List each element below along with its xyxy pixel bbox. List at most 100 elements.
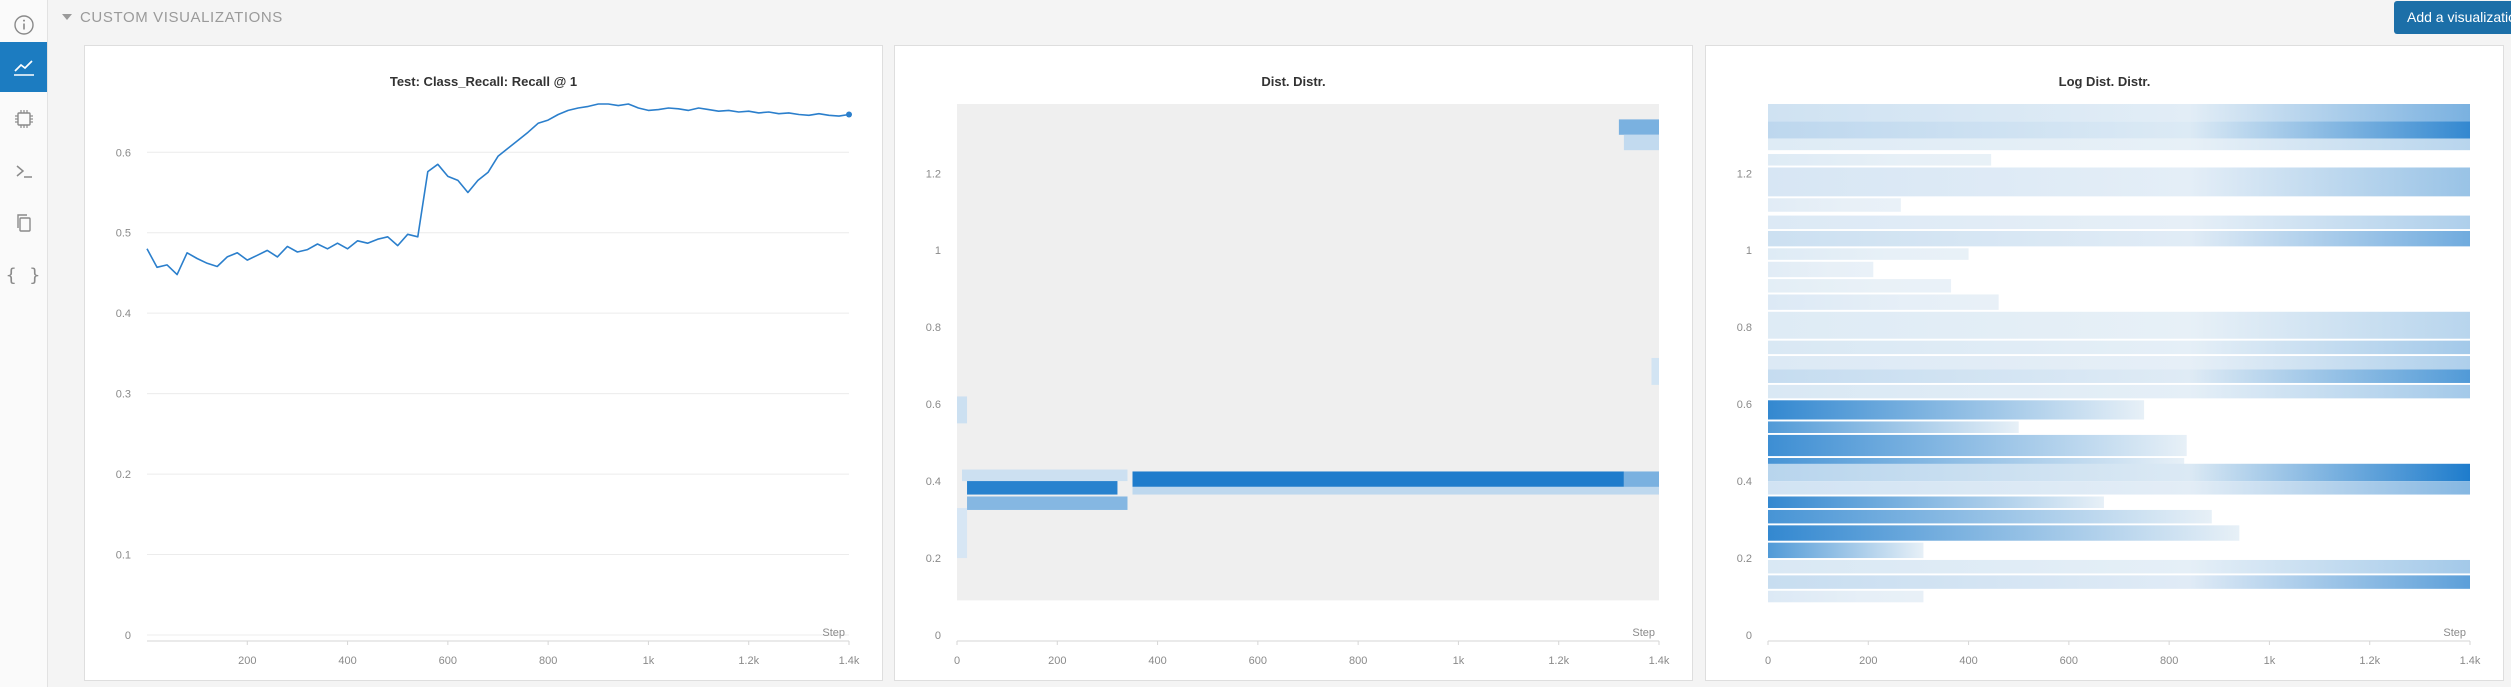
heatmap-band [1623,134,1659,151]
y-tick-label: 0.4 [1737,476,1752,488]
heatmap-band [1768,575,2470,589]
heatmap-band [1768,248,1969,260]
x-tick-label: 1.2k [1548,655,1569,667]
y-tick-label: 0.2 [1737,553,1752,565]
recall-line [146,103,850,276]
heatmap-band [1768,559,2470,574]
caret-down-icon [62,14,72,20]
heatmap-band [1768,509,2212,524]
x-axis-label: Step [1632,627,1655,639]
x-tick-label: 600 [439,655,457,667]
heatmap-band [1132,486,1659,495]
heatmap-band [1623,471,1659,487]
y-tick-label: 0 [125,630,131,642]
y-tick-label: 0 [1746,630,1752,642]
x-tick-label: 600 [2060,655,2078,667]
braces-glyph: { } [5,264,42,286]
x-tick-label: 400 [1959,655,1977,667]
log-heatmap-plot[interactable]: 0 0.2 0.4 0.6 0.8 1 1.2 0 200 400 600 800 1k 1.2k 1.4k… [1706,46,2503,680]
heatmap-band [1768,542,1924,559]
y-tick-label: 1.2 [1737,168,1752,180]
y-tick-label: 0.2 [116,469,131,481]
heatmap-band [1768,311,2470,339]
x-axis-label: Step [2443,627,2466,639]
x-tick-label: 400 [1148,655,1166,667]
x-tick-label: 800 [539,655,557,667]
x-tick-label: 200 [1048,655,1066,667]
y-tick-label: 1 [1746,245,1752,257]
heatmap-band [1768,463,2470,482]
y-tick-label: 0.5 [116,228,131,240]
chip-icon[interactable] [0,94,47,144]
heatmap-band [1768,340,2470,355]
heatmap-band [1768,167,2470,197]
heatmap-band [1768,369,2470,383]
heatmap-band [1618,119,1659,135]
y-tick-label: 0.6 [1737,399,1752,411]
y-tick-label: 0 [935,630,941,642]
x-tick-label: 1.4k [839,655,860,667]
heatmap-plot[interactable]: 0 0.2 0.4 0.6 0.8 1 1.2 0 200 400 600 800 1k 1.2k 1.4k… [895,46,1692,680]
x-tick-label: 1k [643,655,655,667]
section-title: CUSTOM VISUALIZATIONS [80,8,283,26]
add-visualization-button[interactable]: Add a visualization [2394,1,2511,34]
heatmap-background [957,104,1659,601]
y-tick-label: 0.6 [926,399,941,411]
heatmap-band [962,469,1128,482]
heatmap-band [1768,421,2019,433]
braces-icon[interactable]: { } [0,250,47,300]
y-tick-label: 0.6 [116,147,131,159]
y-tick-label: 0.2 [926,553,941,565]
heatmap-band [1132,471,1624,487]
files-icon[interactable] [0,198,47,248]
y-tick-label: 0.3 [116,389,131,401]
chart-panel-dist-distr: Dist. Distr. 0 0.2 0.4 0.6 0.8 1 1.2 0 200 400 600… [894,45,1693,681]
x-tick-label: 1.4k [1649,655,1670,667]
line-chart-plot[interactable]: 0 0.1 0.2 0.3 0.4 0.5 0.6 200 400 600 800 1k 1.2k 1.4… [85,46,882,680]
heatmap-band [957,508,968,559]
last-point-marker [846,111,852,118]
x-tick-label: 800 [2160,655,2178,667]
heatmap-band [1768,434,2187,457]
chart-panel-log-dist-distr: Log Dist. Distr. 0 0.2 0.4 0.6 0.8 1 1.2 0 200 40… [1705,45,2504,681]
y-tick-label: 0.4 [926,476,941,488]
x-tick-label: 800 [1349,655,1367,667]
heatmap-band [957,396,968,424]
left-sidebar: { } [0,0,48,687]
heatmap-band [1768,121,2470,139]
heatmap-band [1768,590,1924,603]
x-axis-label: Step [822,627,845,639]
heatmap-band [1768,215,2470,230]
x-tick-label: 0 [954,655,960,667]
x-tick-label: 600 [1249,655,1267,667]
heatmap-band [1768,138,2470,151]
x-tick-label: 400 [338,655,356,667]
y-tick-label: 0.8 [1737,322,1752,334]
x-tick-label: 200 [238,655,256,667]
x-tick-label: 0 [1765,655,1771,667]
x-tick-label: 1.2k [738,655,759,667]
terminal-icon[interactable] [0,146,47,196]
chart-panel-recall: Test: Class_Recall: Recall @ 1 0 0.1 0.2 0.… [84,45,883,681]
heatmap-band [1768,384,2470,399]
heatmap-band [1768,400,2145,420]
heatmap-band [1768,230,2470,247]
heatmap-band [1768,496,2104,509]
heatmap-band [1651,357,1659,385]
heatmap-band [1768,356,2470,370]
heatmap-band [1768,525,2240,541]
heatmap-band [1768,104,2470,122]
section-toggle[interactable]: CUSTOM VISUALIZATIONS [62,6,283,28]
heatmap-band [967,496,1128,510]
heatmap-band [1768,481,2470,495]
heatmap-band [967,479,1118,495]
y-tick-label: 0.1 [116,550,131,562]
x-tick-label: 1k [1453,655,1465,667]
heatmap-band [1768,154,1992,166]
x-tick-label: 1.2k [2359,655,2380,667]
x-tick-label: 1.4k [2460,655,2481,667]
heatmap-band [1768,294,1999,310]
y-tick-label: 1.2 [926,168,941,180]
y-tick-label: 1 [935,245,941,257]
line-chart-icon[interactable] [0,42,47,92]
